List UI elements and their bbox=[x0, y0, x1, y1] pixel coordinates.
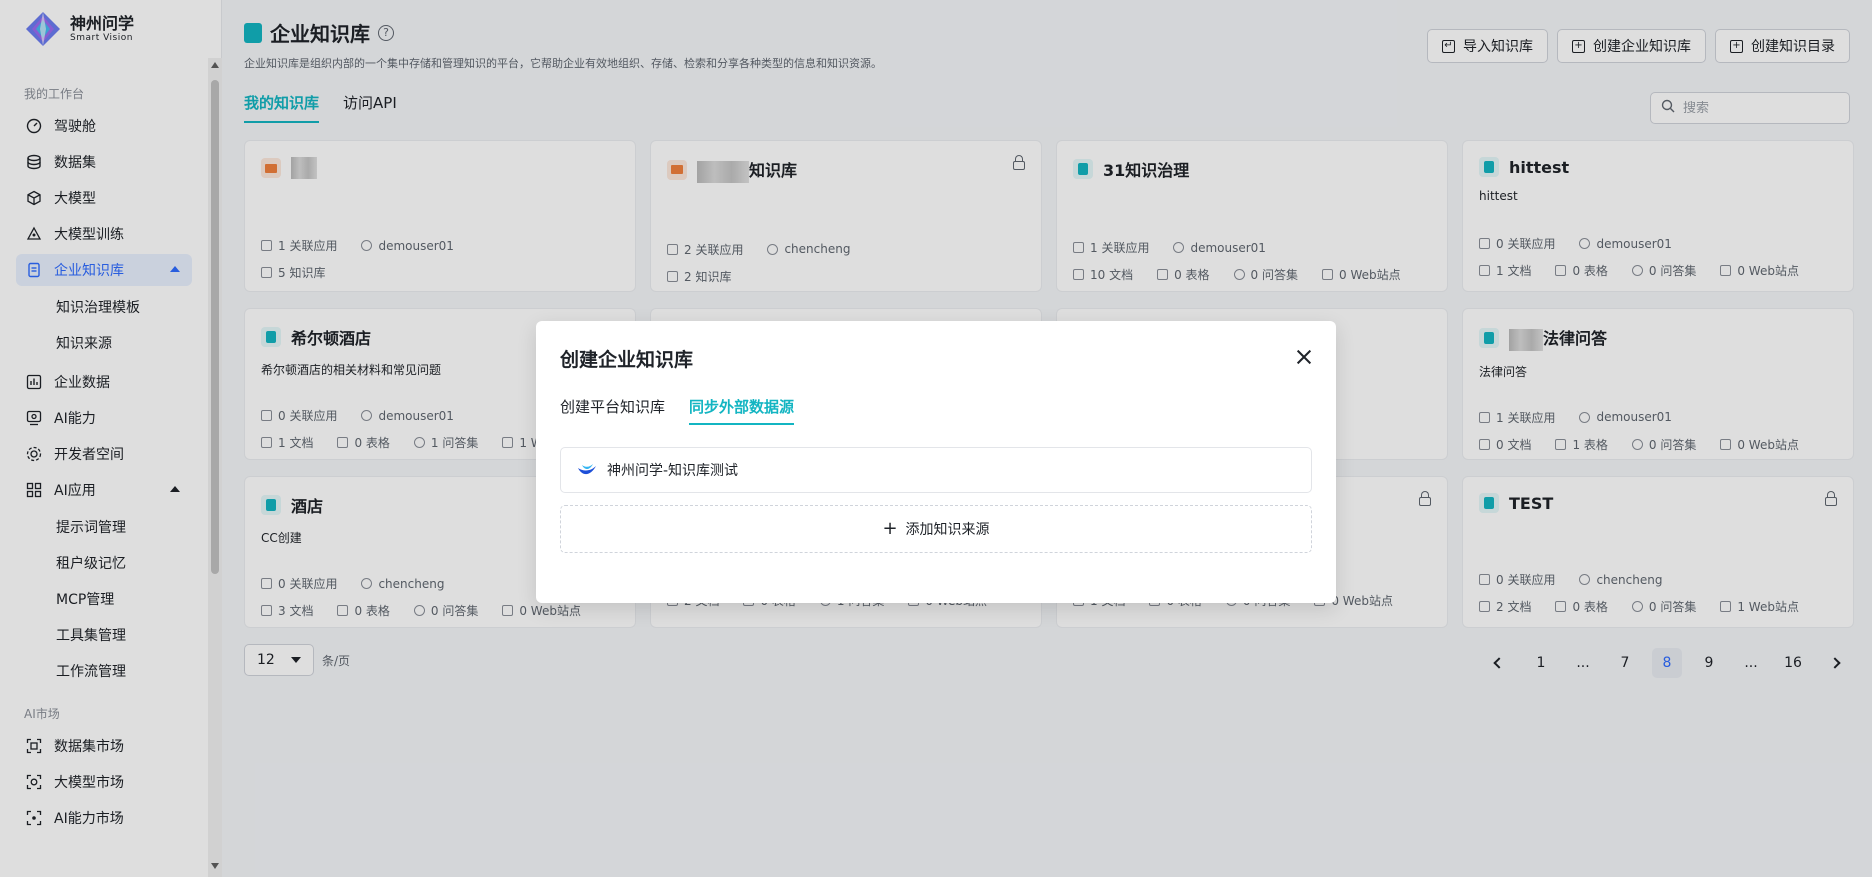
knowledge-source-item[interactable]: 神州问学-知识库测试 bbox=[560, 447, 1312, 493]
add-source-button[interactable]: + 添加知识来源 bbox=[560, 505, 1312, 553]
source-logo-icon bbox=[577, 462, 597, 478]
modal-overlay[interactable]: 创建企业知识库 创建平台知识库 同步外部数据源 神州问学-知识库测试 + 添加知… bbox=[0, 0, 1872, 877]
modal-title: 创建企业知识库 bbox=[560, 349, 694, 371]
tab-create-platform[interactable]: 创建平台知识库 bbox=[560, 396, 665, 425]
plus-icon: + bbox=[882, 518, 898, 539]
modal-tabs: 创建平台知识库 同步外部数据源 bbox=[560, 396, 1312, 425]
tab-sync-external[interactable]: 同步外部数据源 bbox=[689, 396, 795, 425]
source-item-label: 神州问学-知识库测试 bbox=[607, 463, 739, 479]
close-icon[interactable] bbox=[1296, 349, 1312, 365]
create-knowledge-modal: 创建企业知识库 创建平台知识库 同步外部数据源 神州问学-知识库测试 + 添加知… bbox=[536, 321, 1336, 603]
